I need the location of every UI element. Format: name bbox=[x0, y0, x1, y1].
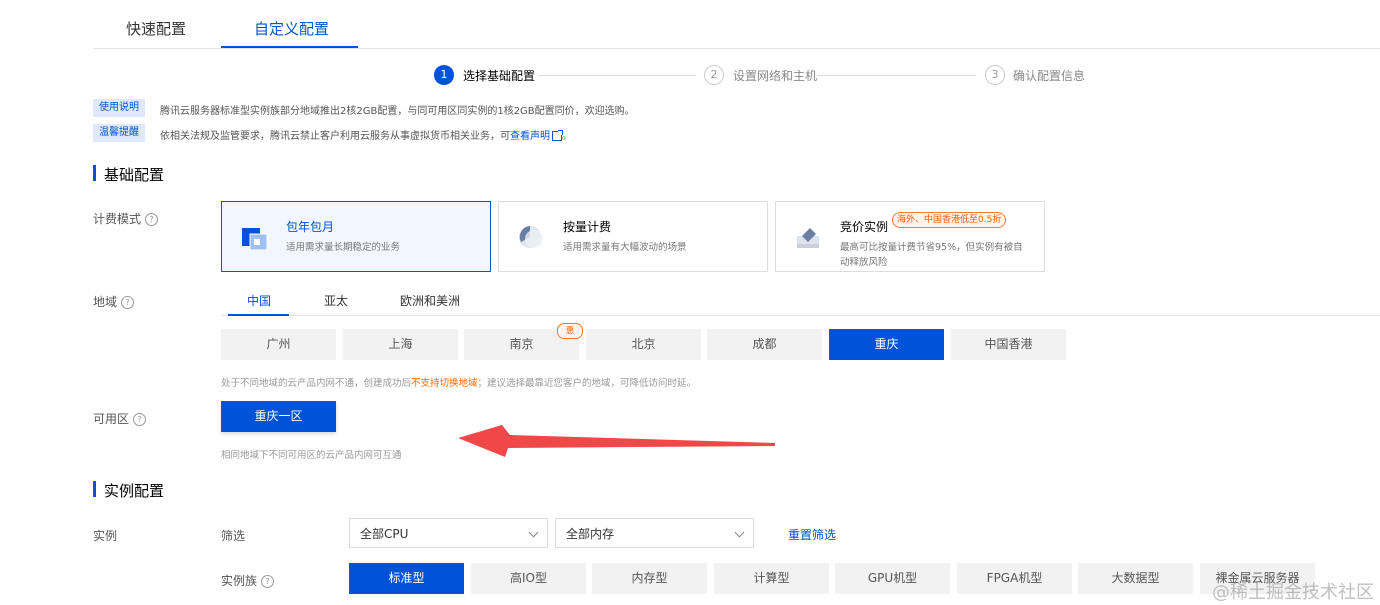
discount-badge: 惠 bbox=[557, 323, 583, 339]
billing-option-title: 竞价实例 bbox=[840, 220, 889, 234]
basic-config-title: 基础配置 bbox=[104, 166, 165, 184]
usage-notice-tag: 使用说明 bbox=[93, 99, 145, 117]
instance-family-label-text: 实例族 bbox=[221, 574, 258, 588]
section-bar bbox=[93, 481, 96, 497]
billing-option-desc-line: 最高可比按量计费节省95%，但实例有被自 bbox=[840, 242, 1023, 253]
step-3-circle: 3 bbox=[985, 65, 1005, 85]
memory-filter-select[interactable]: 全部内存 bbox=[555, 518, 754, 548]
region-hint-text: 处于不同地域的云产品内网不通，创建成功后 bbox=[221, 378, 412, 389]
spot-promo-badge: 海外、中国香港低至0.5折 bbox=[892, 212, 1007, 228]
help-icon[interactable]: ? bbox=[133, 413, 147, 426]
zone-label: 可用区? bbox=[93, 410, 147, 427]
billing-option-desc: 适用需求量有大幅波动的场景 bbox=[563, 242, 687, 253]
region-tab-europe-americas[interactable]: 欧洲和美洲 bbox=[400, 292, 460, 309]
region-tab-asia-pacific[interactable]: 亚太 bbox=[324, 292, 348, 309]
view-statement-link[interactable]: 查看声明 bbox=[510, 131, 550, 142]
family-compute[interactable]: 计算型 bbox=[714, 563, 829, 594]
external-link-icon[interactable] bbox=[552, 130, 563, 141]
city-guangzhou[interactable]: 广州 bbox=[221, 329, 336, 360]
active-tab-underline bbox=[221, 46, 358, 48]
config-mode-tabs: 快速配置 自定义配置 bbox=[93, 0, 1380, 49]
reset-filter-link[interactable]: 重置筛选 bbox=[788, 526, 836, 543]
zone-label-text: 可用区 bbox=[93, 412, 130, 426]
region-tabs-divider bbox=[221, 315, 1380, 316]
billing-option-desc: 最高可比按量计费节省95%，但实例有被自 动释放风险 bbox=[840, 240, 1023, 270]
filter-label: 筛选 bbox=[221, 529, 246, 543]
city-shanghai[interactable]: 上海 bbox=[343, 329, 458, 360]
zone-chongqing-1[interactable]: 重庆一区 bbox=[221, 401, 336, 432]
step-1-circle: 1 bbox=[434, 65, 454, 85]
region-tab-underline bbox=[228, 314, 289, 316]
billing-mode-label: 计费模式? bbox=[93, 210, 159, 227]
usage-chart-icon bbox=[519, 226, 543, 248]
billing-option-spot[interactable]: 竞价实例 海外、中国香港低至0.5折 最高可比按量计费节省95%，但实例有被自动… bbox=[775, 201, 1045, 272]
region-label: 地域? bbox=[93, 293, 135, 310]
billing-option-pay-as-you-go[interactable]: 按量计费 适用需求量有大幅波动的场景 bbox=[498, 201, 768, 272]
help-icon[interactable]: ? bbox=[121, 296, 135, 309]
region-tab-china[interactable]: 中国 bbox=[247, 292, 271, 309]
chevron-down-icon bbox=[734, 527, 745, 538]
region-hint-warning: 不支持切换地域 bbox=[411, 378, 478, 389]
region-label-text: 地域 bbox=[93, 295, 118, 309]
billing-mode-label-text: 计费模式 bbox=[93, 212, 142, 226]
instance-family-label: 实例族? bbox=[221, 572, 275, 589]
city-hongkong[interactable]: 中国香港 bbox=[951, 329, 1066, 360]
instance-label: 实例 bbox=[93, 529, 118, 543]
warning-notice-text: 依相关法规及监管要求，腾讯云禁止客户利用云服务从事虚拟货币相关业务，可 bbox=[160, 131, 510, 142]
help-icon[interactable]: ? bbox=[145, 213, 159, 226]
billing-option-desc-line: 动释放风险 bbox=[840, 257, 888, 268]
city-beijing[interactable]: 北京 bbox=[586, 329, 701, 360]
warning-notice: 依相关法规及监管要求，腾讯云禁止客户利用云服务从事虚拟货币相关业务，可查看声明 。 bbox=[160, 127, 572, 142]
step-3-label: 确认配置信息 bbox=[1013, 69, 1086, 83]
region-hint: 处于不同地域的云产品内网不通，创建成功后不支持切换地域；建议选择最靠近您客户的地… bbox=[221, 375, 696, 389]
help-icon[interactable]: ? bbox=[261, 575, 275, 588]
annotation-arrow-icon bbox=[458, 425, 775, 457]
calendar-icon bbox=[242, 228, 268, 251]
step-2-label: 设置网络和主机 bbox=[733, 69, 818, 83]
tab-quick-config[interactable]: 快速配置 bbox=[126, 18, 186, 39]
tab-custom-config[interactable]: 自定义配置 bbox=[254, 18, 329, 39]
billing-option-monthly[interactable]: 包年包月 适用需求量长期稳定的业务 bbox=[221, 201, 491, 272]
family-fpga[interactable]: FPGA机型 bbox=[957, 563, 1072, 594]
zone-hint: 相同地域下不同可用区的云产品内网可互通 bbox=[221, 450, 402, 461]
region-hint-text: ；建议选择最靠近您客户的地域，可降低访问时延。 bbox=[477, 378, 697, 389]
cpu-filter-value: 全部CPU bbox=[360, 527, 409, 541]
family-gpu[interactable]: GPU机型 bbox=[835, 563, 950, 594]
family-high-io[interactable]: 高IO型 bbox=[471, 563, 586, 594]
step-2-circle: 2 bbox=[704, 65, 724, 85]
family-memory[interactable]: 内存型 bbox=[592, 563, 707, 594]
step-connector bbox=[818, 75, 976, 76]
family-big-data[interactable]: 大数据型 bbox=[1078, 563, 1193, 594]
city-chongqing[interactable]: 重庆 bbox=[829, 329, 944, 360]
warning-notice-end: 。 bbox=[562, 131, 572, 142]
city-chengdu[interactable]: 成都 bbox=[707, 329, 822, 360]
billing-option-desc: 适用需求量长期稳定的业务 bbox=[286, 242, 401, 253]
step-1-label: 选择基础配置 bbox=[463, 69, 536, 83]
step-connector bbox=[538, 75, 696, 76]
chevron-down-icon bbox=[528, 527, 539, 538]
warning-notice-tag: 温馨提醒 bbox=[93, 124, 145, 142]
section-bar bbox=[93, 165, 96, 181]
cpu-filter-select[interactable]: 全部CPU bbox=[349, 518, 548, 548]
billing-option-title: 包年包月 bbox=[286, 220, 335, 234]
billing-option-title: 按量计费 bbox=[563, 220, 612, 234]
usage-notice-text: 腾讯云服务器标准型实例族部分地域推出2核2GB配置，与同可用区同实例的1核2GB… bbox=[160, 106, 635, 117]
watermark: @稀土掘金技术社区 bbox=[1212, 582, 1374, 603]
family-standard[interactable]: 标准型 bbox=[349, 563, 464, 594]
memory-filter-value: 全部内存 bbox=[566, 527, 615, 541]
instance-config-title: 实例配置 bbox=[104, 482, 165, 500]
bid-icon bbox=[797, 228, 819, 248]
